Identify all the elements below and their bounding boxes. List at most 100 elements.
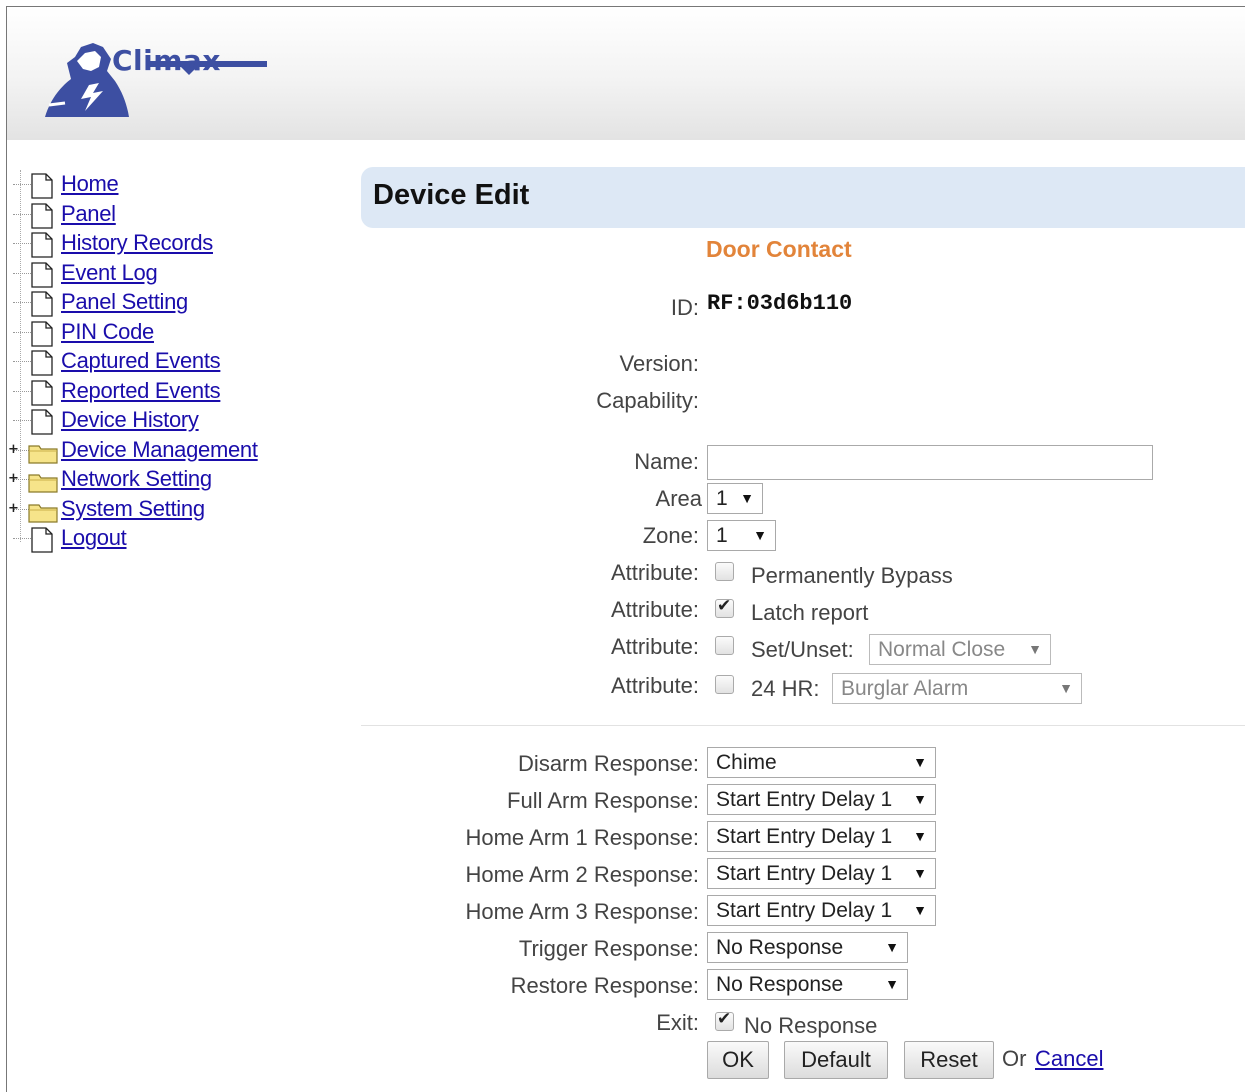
brand-name: Climax (112, 44, 221, 77)
chevron-down-icon: ▼ (1028, 641, 1042, 657)
expand-icon[interactable]: + (8, 443, 19, 456)
name-input[interactable] (707, 445, 1153, 480)
tree-connector (13, 184, 33, 185)
ok-button[interactable]: OK (707, 1041, 769, 1079)
cancel-link[interactable]: Cancel (1035, 1046, 1103, 1072)
checkmark-icon: ✔ (717, 1009, 732, 1029)
chevron-down-icon: ▼ (885, 939, 899, 955)
zone-select[interactable]: 1 ▼ (707, 520, 776, 551)
chevron-down-icon: ▼ (913, 902, 927, 918)
24hr-select[interactable]: Burglar Alarm ▼ (832, 673, 1082, 704)
latch-report-label: Latch report (751, 600, 869, 625)
sidebar-item-captured-events[interactable]: Captured Events (8, 347, 308, 377)
device-type-label: Door Contact (706, 236, 852, 262)
24hr-select-value: Burglar Alarm (841, 677, 969, 700)
document-icon (31, 527, 53, 553)
trigger-response-value: No Response (716, 936, 844, 959)
sidebar-item-label[interactable]: Captured Events (61, 348, 221, 374)
sidebar-item-history-records[interactable]: History Records (8, 229, 308, 259)
trigger-response-select[interactable]: No Response ▼ (707, 932, 908, 963)
set-unset-select[interactable]: Normal Close ▼ (869, 634, 1051, 665)
permanently-bypass-label: Permanently Bypass (751, 563, 953, 588)
sidebar-tree: Home Panel History Records Event Log Panel S… (8, 170, 308, 554)
tree-connector (13, 213, 33, 215)
page-title: Device Edit (373, 179, 530, 211)
sidebar-item-label[interactable]: Device Management (61, 437, 258, 463)
sidebar-item-pin-code[interactable]: PIN Code (8, 318, 308, 348)
chevron-down-icon: ▼ (913, 865, 927, 881)
sidebar-item-label[interactable]: Home (61, 171, 119, 197)
sidebar-item-label[interactable]: System Setting (61, 496, 205, 522)
chevron-down-icon: ▼ (913, 828, 927, 844)
tree-connector (13, 243, 33, 244)
latch-report-checkbox[interactable]: ✔ (715, 596, 734, 618)
expand-icon[interactable]: + (8, 502, 19, 515)
full-arm-response-select[interactable]: Start Entry Delay 1 ▼ (707, 784, 936, 815)
home-arm-2-response-select[interactable]: Start Entry Delay 1 ▼ (707, 858, 936, 889)
sidebar-item-system-setting[interactable]: + System Setting (8, 495, 308, 525)
sidebar-item-network-setting[interactable]: + Network Setting (8, 465, 308, 495)
checkmark-icon: ✔ (717, 596, 732, 616)
restore-response-select[interactable]: No Response ▼ (707, 969, 908, 1000)
tree-connector (13, 302, 33, 303)
set-unset-select-value: Normal Close (878, 638, 1006, 661)
sidebar-item-label[interactable]: Logout (61, 525, 127, 551)
sidebar-item-label[interactable]: Panel (61, 201, 116, 227)
sidebar-item-panel-setting[interactable]: Panel Setting (8, 288, 308, 318)
document-icon (31, 173, 53, 199)
sidebar-item-device-history[interactable]: Device History (8, 406, 308, 436)
disarm-response-label: Disarm Response: (518, 751, 699, 776)
sidebar-item-event-log[interactable]: Event Log (8, 259, 308, 289)
full-arm-response-value: Start Entry Delay 1 (716, 788, 893, 811)
home-arm-3-response-select[interactable]: Start Entry Delay 1 ▼ (707, 895, 936, 926)
title-bar: Device Edit (361, 167, 1245, 228)
expand-icon[interactable]: + (8, 472, 19, 485)
sidebar-item-label[interactable]: History Records (61, 230, 213, 256)
sidebar-item-panel[interactable]: Panel (8, 200, 308, 230)
sidebar-item-label[interactable]: Reported Events (61, 378, 221, 404)
sidebar-item-label[interactable]: Device History (61, 407, 199, 433)
24hr-checkbox[interactable] (715, 675, 734, 694)
chevron-down-icon: ▼ (913, 754, 927, 770)
chevron-down-icon: ▼ (753, 527, 767, 543)
document-icon (31, 379, 53, 406)
home-arm-2-response-label: Home Arm 2 Response: (465, 862, 699, 887)
sidebar-item-label[interactable]: Network Setting (61, 466, 212, 492)
chevron-down-icon: ▼ (740, 490, 754, 506)
folder-icon (28, 442, 58, 464)
home-arm-1-response-select[interactable]: Start Entry Delay 1 ▼ (707, 821, 936, 852)
default-button[interactable]: Default (784, 1041, 888, 1079)
home-arm-2-response-value: Start Entry Delay 1 (716, 862, 893, 885)
id-value: RF:03d6b110 (707, 291, 853, 316)
sidebar-item-home[interactable]: Home (8, 170, 308, 200)
attribute-label: Attribute: (610, 560, 699, 585)
header: Climax (7, 7, 1245, 140)
sidebar-item-logout[interactable]: Logout (8, 524, 308, 554)
tree-connector (13, 538, 33, 539)
folder-icon (28, 471, 58, 493)
attribute-label: Attribute: (610, 673, 699, 698)
area-select-value: 1 (716, 487, 728, 510)
section-divider (361, 725, 1245, 726)
document-icon (31, 350, 53, 376)
reset-button[interactable]: Reset (904, 1041, 994, 1079)
document-icon (31, 202, 53, 229)
disarm-response-select[interactable]: Chime ▼ (707, 747, 936, 778)
exit-no-response-checkbox[interactable]: ✔ (715, 1009, 734, 1031)
id-label: ID: (670, 295, 699, 320)
exit-label: Exit: (656, 1010, 699, 1035)
home-arm-1-response-label: Home Arm 1 Response: (465, 825, 699, 850)
area-select[interactable]: 1 ▼ (707, 483, 763, 514)
sidebar-item-device-management[interactable]: + Device Management (8, 436, 308, 466)
or-text: Or (1002, 1046, 1027, 1071)
exit-no-response-label: No Response (744, 1013, 878, 1038)
sidebar-item-reported-events[interactable]: Reported Events (8, 377, 308, 407)
chevron-down-icon: ▼ (913, 791, 927, 807)
tree-connector (13, 331, 33, 333)
sidebar-item-label[interactable]: PIN Code (61, 319, 154, 345)
sidebar-item-label[interactable]: Panel Setting (61, 289, 188, 315)
permanently-bypass-checkbox[interactable] (715, 562, 734, 581)
area-label: Area (655, 486, 702, 511)
set-unset-checkbox[interactable] (715, 636, 734, 655)
sidebar-item-label[interactable]: Event Log (61, 260, 158, 286)
